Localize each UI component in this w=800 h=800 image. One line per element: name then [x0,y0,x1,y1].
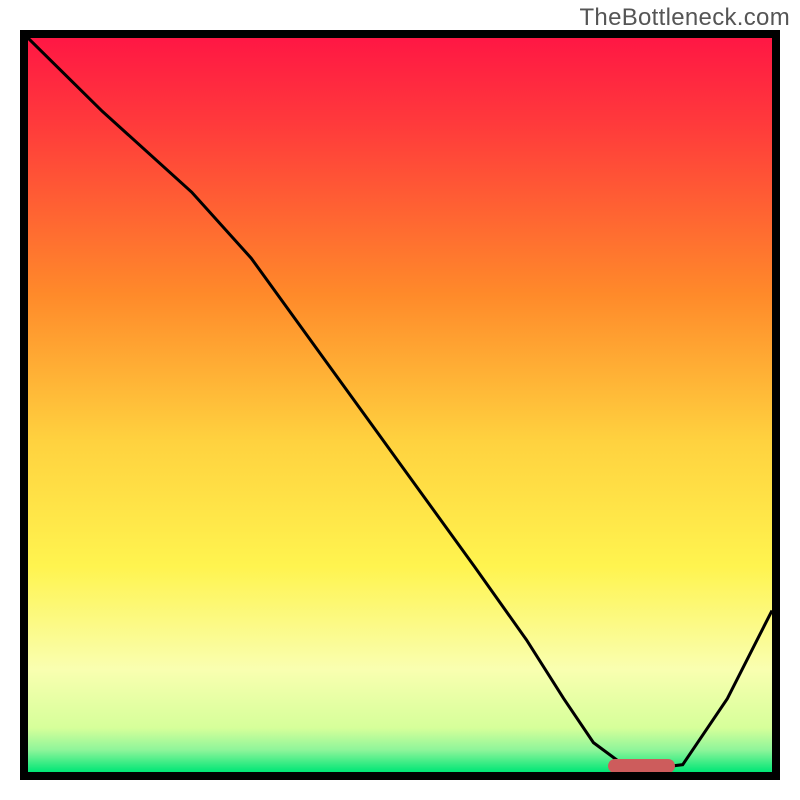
chart-frame: TheBottleneck.com [0,0,800,800]
plot-area [20,30,780,780]
bottleneck-curve [28,38,772,772]
optimal-range-marker [608,759,675,773]
source-watermark: TheBottleneck.com [579,4,790,32]
